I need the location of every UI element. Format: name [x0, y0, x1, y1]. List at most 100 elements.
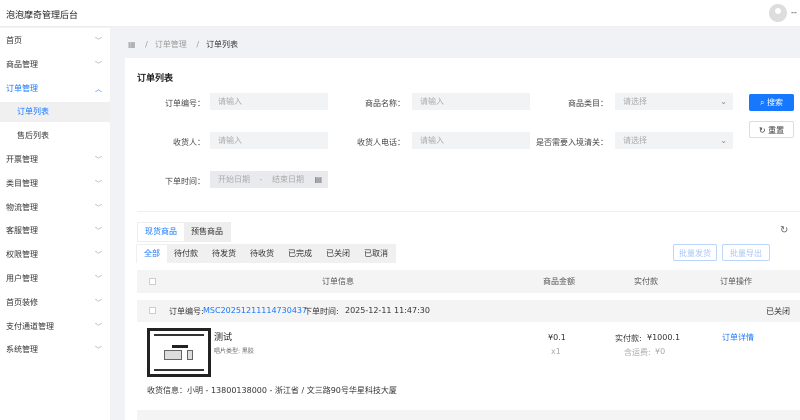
sidebar: 首页 ﹀ 商品管理 ﹀ 订单管理 ︿ 订单列表 售后列表 开票管理 ﹀ 类目管理 ﹀ 物流管理 ﹀ 客服管理…: [0, 28, 110, 420]
breadcrumb-item: 订单列表: [206, 40, 239, 49]
status-tab[interactable]: 已完成: [281, 245, 319, 263]
tab-presale-goods[interactable]: 预售商品: [184, 223, 230, 241]
status-tab[interactable]: 已取消: [357, 245, 395, 263]
chevron-down-icon: ﹀: [95, 156, 102, 164]
date-separator: -: [259, 175, 263, 184]
chevron-up-icon: ︿: [95, 84, 102, 93]
sidebar-item-label: 支付通道管理: [6, 321, 54, 331]
product-name: 测试: [214, 333, 233, 343]
breadcrumb-item[interactable]: 订单管理: [155, 40, 187, 49]
col-paid: 实付款: [634, 277, 658, 286]
sidebar-item[interactable]: 售后列表: [0, 126, 110, 146]
chevron-down-icon: ﹀: [95, 322, 102, 331]
col-actions: 订单操作: [720, 277, 752, 286]
grid-icon[interactable]: ▦: [128, 40, 136, 49]
reset-icon: ↻: [758, 126, 766, 135]
receiver-phone-label: 收货人电话：: [357, 138, 405, 147]
chevron-down-icon: ﹀: [95, 60, 102, 69]
col-order-info: 订单信息: [322, 277, 354, 286]
order-header-row: 订单编号: MSC20251211114730437 下单时间: 2025-12…: [137, 300, 800, 322]
sidebar-item-label: 物流管理: [6, 202, 38, 212]
sidebar-item-label: 商品管理: [6, 59, 38, 69]
order-no-label: 订单编号：: [165, 99, 205, 108]
sidebar-item-label: 权限管理: [6, 250, 38, 260]
customs-label: 是否需要入境清关：: [536, 138, 608, 147]
product-name-label: 商品名称：: [365, 99, 405, 108]
sidebar-item[interactable]: 商品管理 ﹀: [0, 55, 110, 75]
product-qty: x1: [551, 347, 561, 356]
product-image: [147, 328, 211, 377]
sidebar-item[interactable]: 首页装修 ﹀: [0, 293, 110, 313]
breadcrumb: ▦ / 订单管理 / 订单列表: [128, 40, 239, 49]
start-date[interactable]: 开始日期: [218, 175, 250, 184]
search-icon: ⌕: [759, 98, 765, 107]
customs-select[interactable]: 请选择 ⌄: [615, 132, 733, 149]
sidebar-item-label: 售后列表: [17, 131, 49, 141]
sidebar-item[interactable]: 开票管理 ﹀: [0, 150, 110, 170]
order-time-label: 下单时间：: [165, 177, 205, 186]
sidebar-item[interactable]: 用户管理 ﹀: [0, 269, 110, 289]
sidebar-item[interactable]: 支付通道管理 ﹀: [0, 317, 110, 337]
order-no-label: 订单编号:: [169, 307, 204, 316]
status-tab[interactable]: 待付款: [167, 245, 205, 263]
sidebar-item[interactable]: 物流管理 ﹀: [0, 198, 110, 218]
receiver-label: 收货人：: [173, 138, 205, 147]
avatar[interactable]: [769, 4, 787, 22]
sidebar-item[interactable]: 系统管理 ﹀: [0, 340, 110, 360]
product-name-input[interactable]: 请输入: [412, 93, 530, 110]
search-label: 搜索: [767, 98, 784, 107]
sidebar-item-label: 系统管理: [6, 345, 38, 355]
category-select[interactable]: 请选择 ⌄: [615, 93, 733, 110]
order-time-label: 下单时间:: [304, 307, 339, 316]
batch-export-button[interactable]: 批量导出: [722, 244, 770, 261]
sidebar-item[interactable]: 类目管理 ﹀: [0, 174, 110, 194]
sidebar-item[interactable]: 客服管理 ﹀: [0, 221, 110, 241]
date-range-picker[interactable]: 开始日期 - 结束日期 ▤: [210, 171, 328, 188]
order-detail-link[interactable]: 订单详情: [722, 332, 754, 343]
chevron-down-icon: ﹀: [95, 251, 102, 260]
status-tab[interactable]: 全部: [137, 245, 167, 263]
chevron-down-icon: ﹀: [95, 346, 102, 355]
sidebar-item-label: 首页: [6, 36, 22, 45]
status-tab[interactable]: 已关闭: [319, 245, 357, 263]
sidebar-item-label: 开票管理: [6, 155, 38, 164]
status-tab[interactable]: 待发货: [205, 245, 243, 263]
sidebar-item[interactable]: 首页 ﹀: [0, 31, 110, 51]
paid-label: 实付款:: [615, 334, 642, 343]
order-status: 已关闭: [766, 307, 790, 316]
chevron-down-icon: ﹀: [95, 298, 102, 307]
calendar-icon: ▤: [314, 175, 322, 184]
tab-spot-goods[interactable]: 现货商品: [138, 223, 184, 241]
sidebar-item[interactable]: 权限管理 ﹀: [0, 245, 110, 265]
refresh-icon[interactable]: ↻: [780, 225, 788, 236]
sidebar-item-label: 客服管理: [6, 226, 38, 236]
chevron-down-icon: ﹀: [95, 179, 102, 188]
batch-ship-button[interactable]: 批量发货: [673, 244, 717, 261]
sidebar-item-label: 类目管理: [6, 178, 38, 188]
user-name[interactable]: --: [791, 8, 797, 17]
end-date[interactable]: 结束日期: [272, 175, 304, 184]
order-no-input[interactable]: 请输入: [210, 93, 328, 110]
app-title: 泡泡摩奇管理后台: [6, 11, 79, 21]
page-title: 订单列表: [137, 74, 174, 84]
shipping-amount: ¥0: [655, 347, 666, 356]
order-time: 2025-12-11 11:47:30: [345, 306, 430, 315]
top-header: 泡泡摩奇管理后台 --: [0, 0, 800, 27]
select-all-checkbox[interactable]: [149, 278, 156, 285]
receiver-input[interactable]: 请输入: [210, 132, 328, 149]
shipping-address: 收货信息：小明 - 13800138000 - 浙江省 / 文三路90号华星科技…: [147, 386, 397, 395]
divider: [137, 211, 800, 212]
sidebar-item[interactable]: 订单列表: [0, 102, 110, 123]
search-button[interactable]: ⌕ 搜索: [749, 94, 794, 111]
chevron-down-icon: ⌄: [720, 97, 727, 106]
paid-amount: ¥1000.1: [647, 333, 681, 342]
table-header: 订单信息 商品金额 实付款 订单操作: [137, 270, 800, 293]
category-placeholder: 请选择: [623, 97, 647, 106]
reset-button[interactable]: ↻ 重置: [749, 121, 794, 138]
order-no-link[interactable]: MSC20251211114730437: [203, 306, 307, 315]
order-checkbox[interactable]: [149, 307, 156, 314]
sidebar-item[interactable]: 订单管理 ︿: [0, 79, 110, 99]
status-tab[interactable]: 待收货: [243, 245, 281, 263]
customs-placeholder: 请选择: [623, 136, 647, 145]
product-spec: 唱片类型: 黑胶: [214, 348, 254, 355]
